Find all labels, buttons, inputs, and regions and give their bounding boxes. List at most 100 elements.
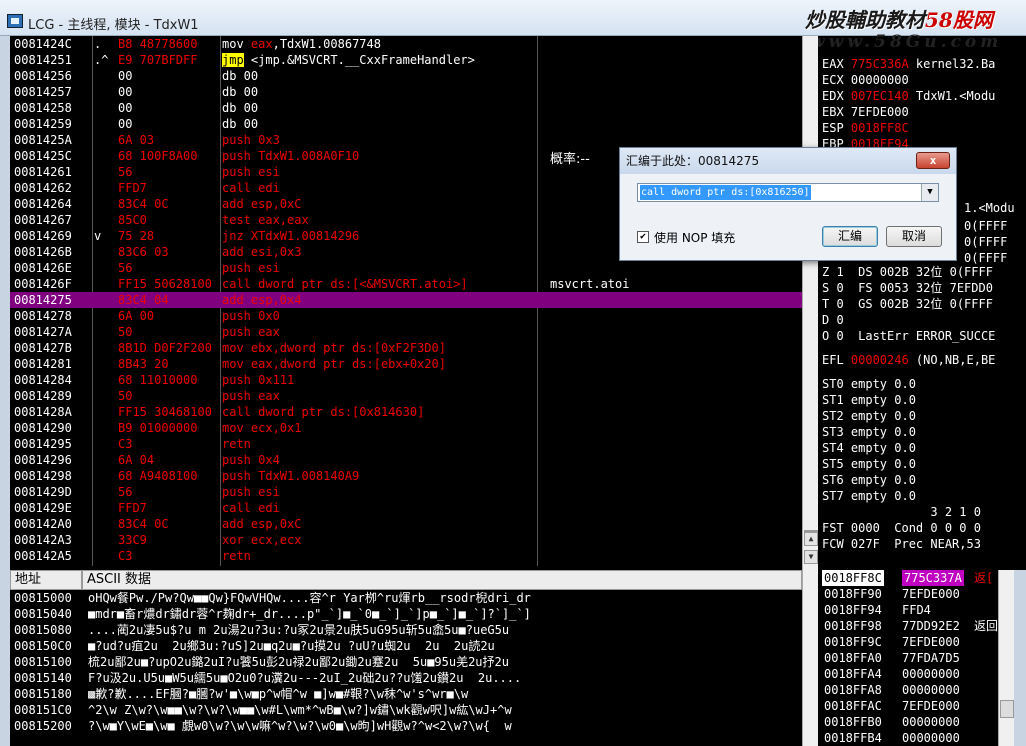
instruction-input[interactable]: call dword ptr ds:[0x816250] <box>640 185 811 200</box>
stack-address: 0018FF9C <box>824 634 882 650</box>
stack-row[interactable]: 0018FFAC 7EFDE000 <box>818 698 998 714</box>
hex-bytes: 6A 00 <box>118 308 154 324</box>
disasm-row[interactable]: 0081426E 56 push esi <box>10 260 802 276</box>
scroll-up-arrow-icon[interactable]: ▲ <box>804 532 818 546</box>
instruction-address: 0081424C <box>14 36 72 52</box>
disasm-row[interactable]: 00814256 00 db 00 <box>10 68 802 84</box>
disasm-row[interactable]: 008142A5 C3 retn <box>10 548 802 564</box>
register-row[interactable]: EDX 007EC140 TdxW1.<Modu <box>822 88 995 104</box>
disasm-row[interactable]: 0081427B 8B1D D0F2F200 mov ebx,dword ptr d… <box>10 340 802 356</box>
disasm-row[interactable]: 0081428A FF15 30468100 call dword ptr ds:[… <box>10 404 802 420</box>
registers-pane[interactable]: EAX 775C336A kernel32.Ba ECX 00000000 EDX… <box>818 56 1026 566</box>
stack-scroll-thumb[interactable] <box>1000 700 1014 718</box>
stack-scrollbar[interactable] <box>998 570 1014 746</box>
disasm-row[interactable]: 00814281 8B43 20 mov eax,dword ptr ds:[ebx… <box>10 356 802 372</box>
dump-data-header[interactable]: ASCII 数据 <box>82 570 802 590</box>
disasm-row[interactable]: 00814284 68 11010000 push 0x111 <box>10 372 802 388</box>
scroll-down-arrow-icon[interactable]: ▼ <box>804 550 818 564</box>
instruction-text: retn <box>222 548 251 564</box>
hex-bytes: 50 <box>118 388 132 404</box>
register-row[interactable]: ECX 00000000 <box>822 72 916 88</box>
disasm-row[interactable]: 00814258 00 db 00 <box>10 100 802 116</box>
dialog-title: 汇编于此处：00814275 <box>620 148 956 174</box>
scroll-thumb[interactable] <box>804 530 818 532</box>
instruction-address: 0081425C <box>14 148 72 164</box>
fst-row[interactable]: FST 0000 Cond 0 0 0 0 <box>822 520 981 536</box>
instruction-text: mov eax,dword ptr ds:[ebx+0x20] <box>222 356 446 372</box>
instruction-address: 00814275 <box>14 292 72 308</box>
disassembly-scrollbar[interactable]: ▲ ▼ <box>802 36 818 570</box>
fpu-register-row[interactable]: ST2 empty 0.0 <box>822 408 916 424</box>
dump-address: 008151C0 <box>14 702 72 718</box>
fpu-register-row[interactable]: ST1 empty 0.0 <box>822 392 916 408</box>
segment-row[interactable]: Z 1 DS 002B 32位 0(FFFF <box>822 264 993 280</box>
stack-row[interactable]: 0018FF9C 7EFDE000 <box>818 634 998 650</box>
disasm-row[interactable]: 0081429E FFD7 call edi <box>10 500 802 516</box>
segment-row[interactable]: T 0 GS 002B 32位 0(FFFF <box>822 296 993 312</box>
disassembly-pane[interactable]: 0081424C. B8 48778600 mov eax,TdxW1.008677… <box>10 36 802 566</box>
instruction-address: 00814256 <box>14 68 72 84</box>
chevron-down-icon[interactable]: ▼ <box>921 184 938 201</box>
fpu-register-row[interactable]: ST7 empty 0.0 <box>822 488 916 504</box>
stack-row[interactable]: 0018FFA0 77FDA7D5 <box>818 650 998 666</box>
segment-row[interactable]: S 0 FS 0053 32位 7EFDD0 <box>822 280 993 296</box>
fpu-register-row[interactable]: ST4 empty 0.0 <box>822 440 916 456</box>
disasm-row[interactable]: 00814251 .^ E9 707BFDFF jmp <jmp.&MSVCRT.__… <box>10 52 802 68</box>
segment-row[interactable]: O 0 LastErr ERROR_SUCCE <box>822 328 995 344</box>
disasm-row[interactable]: 00814275 83C4 04 add esp,0x4 <box>10 292 802 308</box>
disasm-row[interactable]: 00814278 6A 00 push 0x0 <box>10 308 802 324</box>
instruction-text: add esp,0xC <box>222 196 301 212</box>
stack-address: 0018FFB0 <box>824 714 882 730</box>
disasm-row[interactable]: 00814296 6A 04 push 0x4 <box>10 452 802 468</box>
efl-row[interactable]: EFL 00000246 (NO,NB,E,BE <box>822 352 995 368</box>
segment-row[interactable]: D 0 <box>822 312 844 328</box>
disasm-row[interactable]: 00814257 00 db 00 <box>10 84 802 100</box>
disasm-row[interactable]: 0081427A 50 push eax <box>10 324 802 340</box>
stack-row[interactable]: 0018FFB4 00000000 <box>818 730 998 746</box>
cancel-button[interactable]: 取消 <box>886 226 942 247</box>
window-title: LCG - 主线程, 模块 - TdxW1 <box>28 14 199 33</box>
disasm-row[interactable]: 00814259 00 db 00 <box>10 116 802 132</box>
stack-row[interactable]: 0018FF98 77DD92E2 返回 <box>818 618 998 634</box>
disasm-row[interactable]: 0081429D 56 push esi <box>10 484 802 500</box>
stack-pane[interactable]: 0018FF8C 775C337A 返[0018FF90 7EFDE000 0018FF… <box>818 570 998 746</box>
instruction-text: push esi <box>222 260 280 276</box>
stack-row[interactable]: 0018FFA4 00000000 <box>818 666 998 682</box>
instruction-text: mov ebx,dword ptr ds:[0xF2F3D0] <box>222 340 446 356</box>
assemble-button[interactable]: 汇编 <box>822 226 878 247</box>
fpu-register-row[interactable]: ST6 empty 0.0 <box>822 472 916 488</box>
nop-fill-label[interactable]: 使用 NOP 填充 <box>654 229 735 246</box>
hex-bytes: 68 100F8A00 <box>118 148 197 164</box>
stack-row[interactable]: 0018FF8C 775C337A 返[ <box>818 570 998 586</box>
dump-address-header[interactable]: 地址 <box>10 570 82 590</box>
disasm-row[interactable]: 00814295 C3 retn <box>10 436 802 452</box>
fpu-register-row[interactable]: ST5 empty 0.0 <box>822 456 916 472</box>
disasm-row[interactable]: 00814290 B9 01000000 mov ecx,0x1 <box>10 420 802 436</box>
disasm-row[interactable]: 0081426F FF15 50628100 call dword ptr ds:[… <box>10 276 802 292</box>
register-row[interactable]: EAX 775C336A kernel32.Ba <box>822 56 995 72</box>
disasm-row[interactable]: 0081424C. B8 48778600 mov eax,TdxW1.008677… <box>10 36 802 52</box>
fcw-row[interactable]: FCW 027F Prec NEAR,53 <box>822 536 981 552</box>
register-row[interactable]: ESP 0018FF8C <box>822 120 916 136</box>
instruction-address: 008142A3 <box>14 532 72 548</box>
fpu-register-row[interactable]: ST3 empty 0.0 <box>822 424 916 440</box>
dump-scrollbar[interactable] <box>802 570 818 746</box>
disasm-row[interactable]: 0081425A 6A 03 push 0x3 <box>10 132 802 148</box>
instruction-text: retn <box>222 436 251 452</box>
stack-row[interactable]: 0018FFA8 00000000 <box>818 682 998 698</box>
memory-dump-pane[interactable]: 00815000 oHQw餐Pw./Pw?Qw■■Qw}FQwVHQw....容^… <box>10 590 802 746</box>
close-icon[interactable]: x <box>916 152 950 169</box>
disasm-row[interactable]: 008142A0 83C4 0C add esp,0xC <box>10 516 802 532</box>
stack-row[interactable]: 0018FF94 FFD4 <box>818 602 998 618</box>
register-row[interactable]: EBX 7EFDE000 <box>822 104 916 120</box>
disasm-row[interactable]: 00814289 50 push eax <box>10 388 802 404</box>
stack-value: 77DD92E2 <box>902 618 960 634</box>
disasm-row[interactable]: 008142A3 33C9 xor ecx,ecx <box>10 532 802 548</box>
nop-fill-checkbox[interactable]: ✔ <box>637 231 649 243</box>
stack-row[interactable]: 0018FFB0 00000000 <box>818 714 998 730</box>
disasm-row[interactable]: 00814298 68 A9408100 push TdxW1.008140A9 <box>10 468 802 484</box>
stack-row[interactable]: 0018FF90 7EFDE000 <box>818 586 998 602</box>
fpu-register-row[interactable]: ST0 empty 0.0 <box>822 376 916 392</box>
instruction-combobox[interactable]: call dword ptr ds:[0x816250] ▼ <box>637 183 939 202</box>
dump-address: 00815180 <box>14 686 72 702</box>
